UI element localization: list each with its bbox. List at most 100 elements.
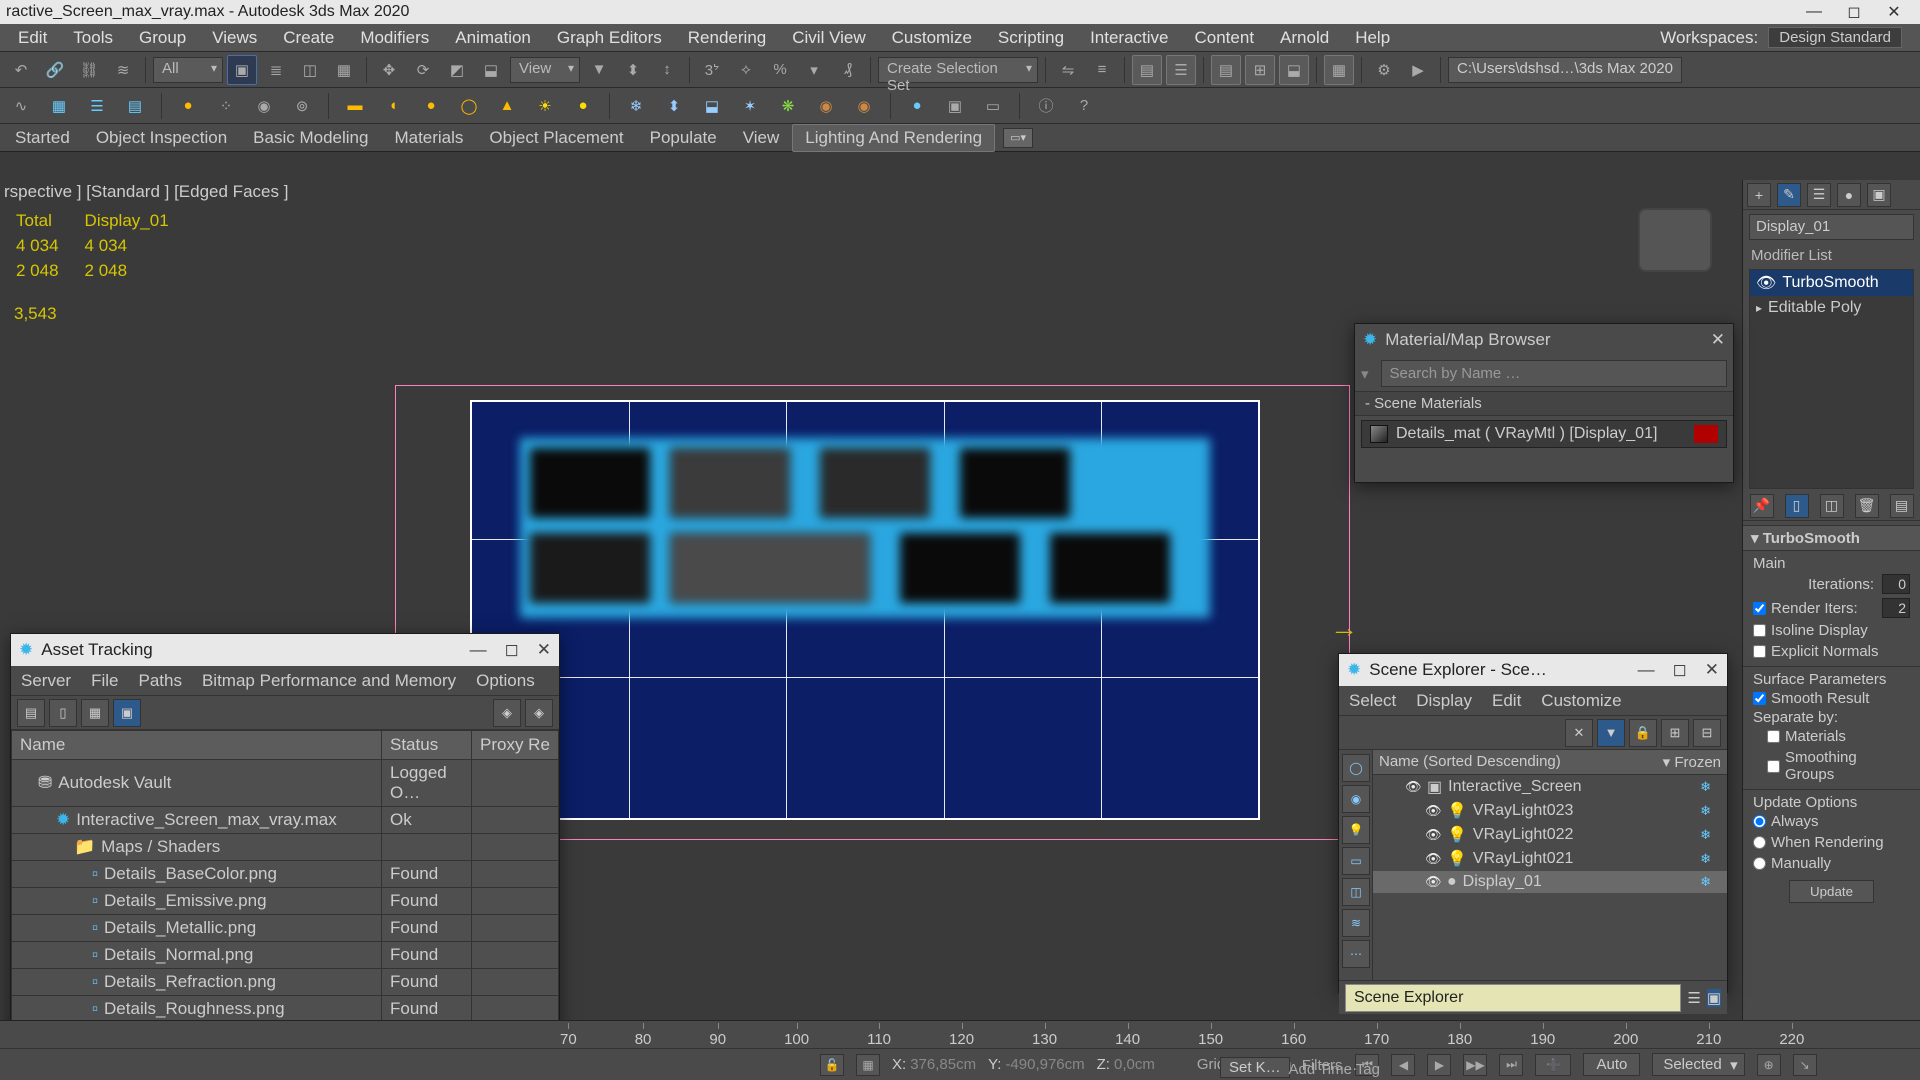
asset-row[interactable]: ▫Details_Emissive.pngFound: [12, 888, 559, 915]
clear-search-icon[interactable]: ✕: [1565, 719, 1593, 747]
visibility-icon[interactable]: 👁: [1425, 874, 1441, 890]
menu-scripting[interactable]: Scripting: [998, 28, 1064, 48]
close-icon[interactable]: ✕: [1705, 660, 1719, 680]
frozen-icon[interactable]: ❄: [1700, 803, 1721, 819]
minimize-icon[interactable]: —: [1638, 660, 1655, 680]
menu-tools[interactable]: Tools: [73, 28, 113, 48]
placement-icon[interactable]: ⬓: [476, 55, 506, 85]
col-status[interactable]: Status: [382, 731, 472, 760]
play-icon[interactable]: ▶: [1427, 1054, 1451, 1076]
asset-row[interactable]: ✹Interactive_Screen_max_vray.maxOk: [12, 807, 559, 834]
light-sun-icon[interactable]: ☀: [530, 91, 560, 121]
sm-curve-icon[interactable]: ∿: [6, 91, 36, 121]
scene-row[interactable]: 👁●Display_01❄: [1373, 871, 1727, 893]
create-tab-icon[interactable]: +: [1747, 183, 1771, 207]
unlink-icon[interactable]: ≋: [108, 55, 138, 85]
undo-icon[interactable]: ↶: [6, 55, 36, 85]
frozen-icon[interactable]: ❄: [1700, 851, 1721, 867]
plant-icon[interactable]: ❋: [773, 91, 803, 121]
menu-interactive[interactable]: Interactive: [1090, 28, 1168, 48]
update-manual-row[interactable]: Manually: [1753, 853, 1910, 874]
sep-materials-check[interactable]: [1767, 730, 1780, 743]
prim-box-icon[interactable]: ▬: [340, 91, 370, 121]
visibility-icon[interactable]: 👁: [1405, 779, 1421, 795]
frozen-icon[interactable]: ❄: [1700, 779, 1721, 795]
deflector-icon[interactable]: ⬓: [697, 91, 727, 121]
rectangle-select-icon[interactable]: ◫: [295, 55, 325, 85]
prim-cylinder-icon[interactable]: ●: [416, 91, 446, 121]
menu-paths[interactable]: Paths: [138, 671, 181, 691]
key-mode-icon[interactable]: ⊕: [1757, 1054, 1781, 1076]
scene-explorer-dropdown[interactable]: Scene Explorer: [1345, 984, 1681, 1012]
sm-layer-icon[interactable]: ☰: [82, 91, 112, 121]
update-always-radio[interactable]: [1753, 815, 1766, 828]
visibility-icon[interactable]: 👁: [1425, 827, 1441, 843]
tab-dropdown-icon[interactable]: ▭▾: [1003, 128, 1033, 148]
object-paint-icon[interactable]: ●: [173, 91, 203, 121]
particle-rain-icon[interactable]: ⬍: [659, 91, 689, 121]
filter-helper-icon[interactable]: ◫: [1342, 878, 1370, 906]
menu-customize[interactable]: Customize: [892, 28, 972, 48]
isoline-row[interactable]: Isoline Display: [1753, 620, 1910, 641]
maximize-icon[interactable]: ◻: [1834, 2, 1874, 22]
visibility-icon[interactable]: 👁: [1425, 803, 1441, 819]
frozen-icon[interactable]: ❄: [1700, 874, 1721, 890]
menu-arnold[interactable]: Arnold: [1280, 28, 1329, 48]
redo-icon[interactable]: 🔗: [40, 55, 70, 85]
hierarchy-tab-icon[interactable]: ☰: [1807, 183, 1831, 207]
spinner-snap-icon[interactable]: ▾: [799, 55, 829, 85]
scene-tree[interactable]: Name (Sorted Descending) ▾ Frozen 👁▣Inte…: [1373, 750, 1727, 980]
minimize-icon[interactable]: —: [470, 640, 487, 660]
menu-civilview[interactable]: Civil View: [792, 28, 865, 48]
menu-rendering[interactable]: Rendering: [688, 28, 766, 48]
help-about-icon[interactable]: ⓘ: [1031, 91, 1061, 121]
tree-col-frozen[interactable]: ▾ Frozen: [1663, 753, 1721, 771]
workspaces-dropdown[interactable]: Design Standard: [1768, 27, 1902, 48]
percent-snap-icon[interactable]: %: [765, 55, 795, 85]
tab-materials[interactable]: Materials: [381, 124, 476, 152]
update-always-row[interactable]: Always: [1753, 811, 1910, 832]
close-icon[interactable]: ✕: [1874, 2, 1914, 22]
add-time-tag[interactable]: Add Time Tag: [1289, 1061, 1380, 1078]
close-icon[interactable]: ✕: [1711, 330, 1725, 350]
col-proxy[interactable]: Proxy Re: [472, 731, 559, 760]
tree-col-name[interactable]: Name (Sorted Descending): [1379, 753, 1663, 771]
update-render-radio[interactable]: [1753, 836, 1766, 849]
menu-edit[interactable]: Edit: [18, 28, 47, 48]
project-path[interactable]: C:\Users\dshsd…\3ds Max 2020: [1448, 57, 1682, 83]
tab-basic-modeling[interactable]: Basic Modeling: [240, 124, 381, 152]
viewport-label[interactable]: rspective ] [Standard ] [Edged Faces ]: [4, 182, 288, 202]
render-frame-icon[interactable]: ▶: [1403, 55, 1433, 85]
prim-torus-icon[interactable]: ◯: [454, 91, 484, 121]
asset-row[interactable]: ▫Details_Metallic.pngFound: [12, 915, 559, 942]
iterations-input[interactable]: [1882, 574, 1910, 594]
time-config-icon[interactable]: ➕: [1535, 1054, 1571, 1076]
sep-materials-row[interactable]: Materials: [1767, 726, 1910, 747]
bug-icon[interactable]: ✶: [735, 91, 765, 121]
menu-help[interactable]: Help: [1355, 28, 1390, 48]
menu-content[interactable]: Content: [1195, 28, 1255, 48]
update-manual-radio[interactable]: [1753, 857, 1766, 870]
curve-editor-icon[interactable]: ▤: [1211, 55, 1241, 85]
eye-icon[interactable]: 👁: [1756, 273, 1776, 293]
explicit-row[interactable]: Explicit Normals: [1753, 641, 1910, 662]
object-name-field[interactable]: Display_01: [1749, 214, 1914, 240]
make-unique-icon[interactable]: ◫: [1820, 494, 1844, 518]
asset-grid[interactable]: Name Status Proxy Re ⛃Autodesk VaultLogg…: [11, 730, 559, 1023]
dope-sheet-icon[interactable]: ⊞: [1245, 55, 1275, 85]
toggle-scene-explorer-icon[interactable]: ▤: [1132, 55, 1162, 85]
prim-sphere-icon[interactable]: ◖: [378, 91, 408, 121]
frozen-icon[interactable]: ❄: [1700, 827, 1721, 843]
maximize-icon[interactable]: ◻: [1673, 660, 1687, 680]
mirror-icon[interactable]: ⇋: [1053, 55, 1083, 85]
modifier-stack[interactable]: 👁TurboSmooth ▸Editable Poly: [1749, 269, 1914, 489]
modifier-editable-poly[interactable]: ▸Editable Poly: [1750, 296, 1913, 320]
material-item[interactable]: Details_mat ( VRayMtl ) [Display_01]: [1361, 420, 1727, 448]
ref-coord-dropdown[interactable]: View: [510, 57, 580, 83]
scene-row[interactable]: 👁💡VRayLight022❄: [1373, 823, 1727, 847]
selection-lock-icon[interactable]: 🔓: [820, 1054, 844, 1076]
asset-row[interactable]: ▫Details_Refraction.pngFound: [12, 969, 559, 996]
remove-modifier-icon[interactable]: 🗑: [1855, 494, 1879, 518]
sep-sg-row[interactable]: Smoothing Groups: [1767, 747, 1910, 785]
named-selection-dropdown[interactable]: Create Selection Set: [878, 57, 1038, 83]
